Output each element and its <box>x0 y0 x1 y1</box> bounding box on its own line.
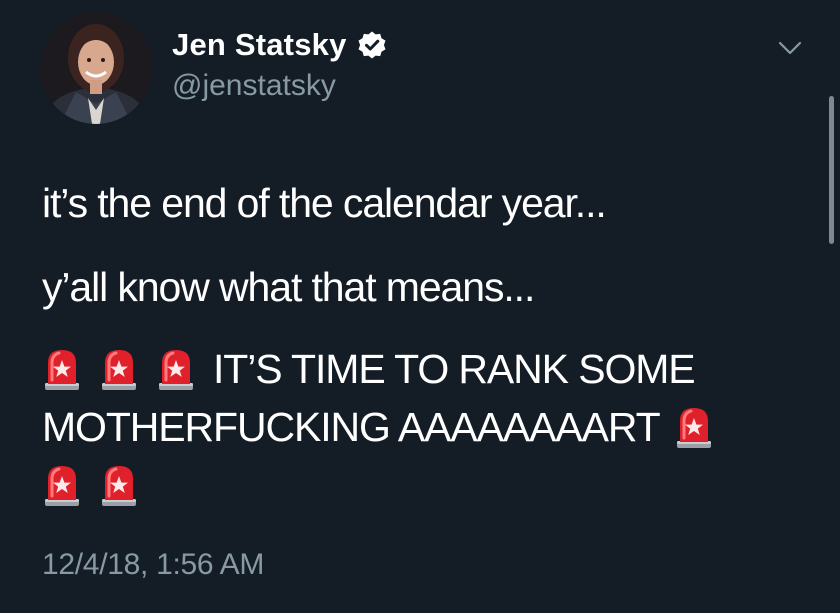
timestamp[interactable]: 12/4/18, 1:56 AM <box>42 548 264 582</box>
tweet-text-line-3a: IT’S TIME TO RANK SOME <box>213 346 696 392</box>
tweet-text-line-5 <box>42 456 822 514</box>
siren-icon <box>99 347 139 391</box>
tweet-text-line-4: MOTHERFUCKING AAAAAAAART <box>42 398 822 456</box>
tweet-card: Jen Statsky @jenstatsky it’s the end of … <box>0 0 840 613</box>
tweet-text-line-1: it’s the end of the calendar year... <box>42 180 607 226</box>
author-name-row[interactable]: Jen Statsky <box>172 27 387 63</box>
tweet-text-line-3: IT’S TIME TO RANK SOME <box>42 340 822 398</box>
scrollbar[interactable] <box>829 96 834 244</box>
tweet-text-paragraph-3: IT’S TIME TO RANK SOME MOTHERFUCKING AAA… <box>42 340 822 514</box>
display-name[interactable]: Jen Statsky <box>172 27 347 63</box>
tweet-text-line-3b: MOTHERFUCKING AAAAAAAART <box>42 404 661 450</box>
siren-icon <box>99 463 139 507</box>
siren-icon <box>42 347 82 391</box>
handle[interactable]: @jenstatsky <box>172 69 336 103</box>
tweet-text-line-2: y’all know what that means... <box>42 264 535 310</box>
siren-icon <box>42 463 82 507</box>
avatar-photo <box>40 12 152 124</box>
siren-icon <box>156 347 196 391</box>
siren-icon <box>674 405 714 449</box>
chevron-down-icon[interactable] <box>776 38 804 58</box>
avatar[interactable] <box>40 12 152 124</box>
verified-badge-icon <box>358 31 386 59</box>
